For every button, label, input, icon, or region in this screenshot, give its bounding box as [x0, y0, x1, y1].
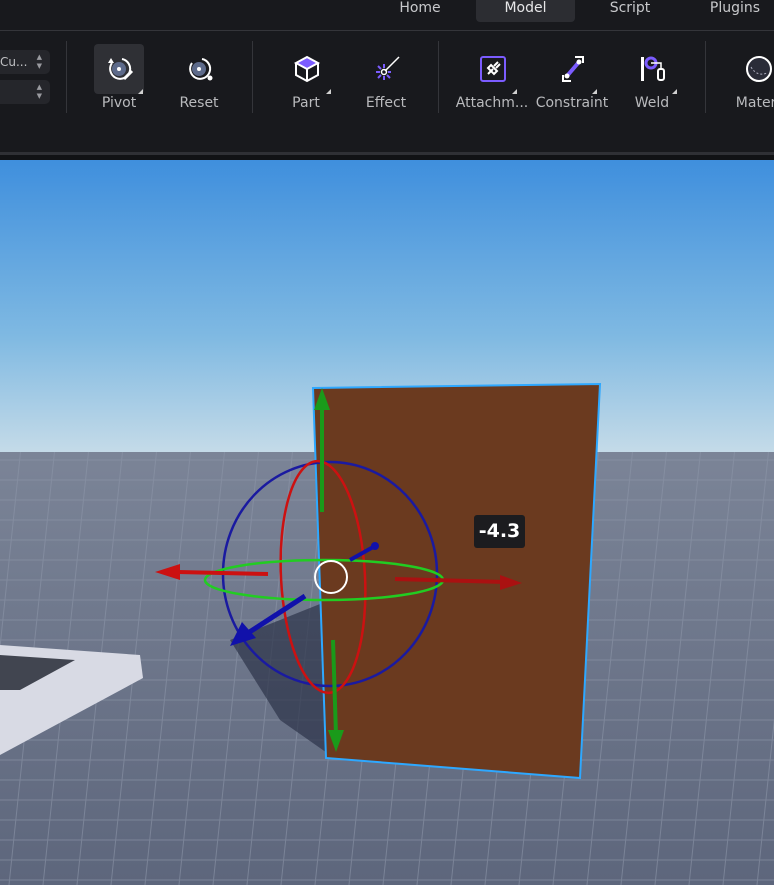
viewport-scene — [0, 160, 774, 885]
weld-icon — [627, 44, 677, 94]
pivot-reset-icon — [174, 44, 224, 94]
3d-viewport[interactable] — [0, 160, 774, 885]
effect-wand-icon — [361, 44, 411, 94]
weld-label: Weld — [634, 95, 670, 111]
material-sphere-icon — [733, 44, 774, 94]
snap-dropdown[interactable]: Cu... ▲ ▼ — [0, 50, 50, 74]
divider — [252, 41, 253, 113]
constraint-button[interactable]: Constraint — [534, 44, 610, 116]
reset-label: Reset — [179, 95, 219, 111]
cube-icon — [281, 44, 331, 94]
ribbon-tabs: Home Model Script Plugins — [0, 0, 774, 31]
pivot-button[interactable]: Pivot — [81, 44, 157, 116]
attachment-plug-icon — [467, 44, 517, 94]
tab-home[interactable]: Home — [380, 0, 460, 22]
increment-field[interactable]: ▲ ▼ — [0, 80, 50, 104]
tab-script[interactable]: Script — [590, 0, 670, 22]
pivot-edit-icon — [94, 44, 144, 94]
spinner-icon[interactable]: ▲ ▼ — [37, 53, 42, 71]
divider — [705, 41, 706, 113]
divider — [438, 41, 439, 113]
part-button[interactable]: Part — [268, 44, 344, 116]
attachment-button[interactable]: Attachm... — [454, 44, 530, 116]
material-label: Materi — [735, 95, 774, 111]
constraint-icon — [547, 44, 597, 94]
effect-button[interactable]: Effect — [348, 44, 424, 116]
material-button[interactable]: Materi — [720, 44, 774, 116]
divider — [66, 41, 67, 113]
drag-value-readout: -4.3 — [474, 515, 525, 548]
weld-button[interactable]: Weld — [614, 44, 690, 116]
tab-model[interactable]: Model — [476, 0, 575, 22]
effect-label: Effect — [365, 95, 407, 111]
tab-plugins[interactable]: Plugins — [695, 0, 774, 22]
reset-pivot-button[interactable]: Reset — [161, 44, 237, 116]
spinner-icon[interactable]: ▲ ▼ — [37, 83, 42, 101]
snap-value: Cu... — [0, 55, 28, 69]
